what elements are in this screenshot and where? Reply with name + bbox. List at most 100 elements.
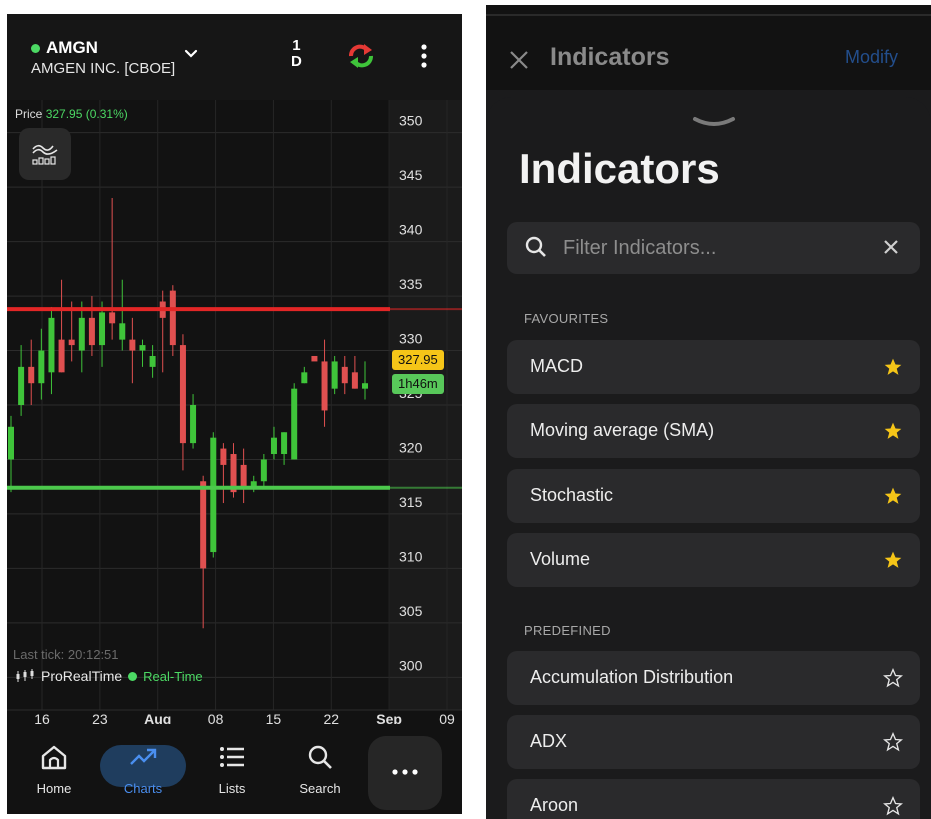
more-dots-icon xyxy=(392,769,418,775)
indicator-name: MACD xyxy=(530,356,583,376)
overflow-menu-icon[interactable] xyxy=(420,44,428,68)
candle-body xyxy=(109,312,116,324)
star-outline-icon[interactable] xyxy=(883,668,903,688)
candle-body xyxy=(351,372,358,389)
candle-body xyxy=(18,366,25,405)
candle-body xyxy=(331,361,338,389)
indicator-item-volume[interactable]: Volume xyxy=(507,533,920,587)
indicators-header: Indicators Modify xyxy=(486,5,931,90)
star-filled-icon[interactable] xyxy=(883,486,903,506)
candle-body xyxy=(8,426,14,460)
price-value: 327.95 (0.31%) xyxy=(45,107,128,121)
indicator-item-adx[interactable]: ADX xyxy=(507,715,920,769)
star-outline-icon[interactable] xyxy=(883,732,903,752)
candle-body xyxy=(28,366,35,384)
y-tick-label: 350 xyxy=(399,113,423,129)
timeframe-unit: D xyxy=(291,53,302,70)
x-tick-label: Sep xyxy=(376,711,402,724)
candle-body xyxy=(58,339,65,373)
chart-screen: AMGN AMGEN INC. [CBOE] 1 D 350 345 340 335 3… xyxy=(7,14,462,814)
nav-search[interactable]: Search xyxy=(280,744,360,796)
x-tick-label: 22 xyxy=(323,711,339,724)
current-price-tag: 327.95 xyxy=(392,350,444,370)
timeframe-button[interactable]: 1 D xyxy=(291,38,302,70)
indicators-sheet: Indicators FAVOURITES MACD Moving averag… xyxy=(486,97,931,819)
y-tick-label: 320 xyxy=(399,439,423,455)
more-button[interactable] xyxy=(368,736,442,810)
filter-indicators-input[interactable] xyxy=(561,234,865,262)
y-tick-label: 335 xyxy=(399,276,423,292)
list-icon xyxy=(220,747,244,767)
indicator-item-sma[interactable]: Moving average (SMA) xyxy=(507,404,920,458)
close-icon[interactable] xyxy=(508,49,530,71)
provider-row: ProRealTime Real-Time xyxy=(15,668,203,684)
last-tick-time: Last tick: 20:12:51 xyxy=(13,647,119,662)
x-tick-label: 15 xyxy=(266,711,282,724)
candle-body xyxy=(301,372,308,384)
indicator-name: Volume xyxy=(530,549,591,569)
x-tick-label: 09 xyxy=(439,711,455,724)
y-tick-label: 305 xyxy=(399,603,423,619)
indicator-item-aroon[interactable]: Aroon xyxy=(507,779,920,819)
symbol-full-name[interactable]: AMGEN INC. [CBOE] xyxy=(31,60,175,77)
candle-body xyxy=(240,464,247,487)
home-icon xyxy=(41,745,67,770)
nav-lists[interactable]: Lists xyxy=(192,744,272,796)
candle-body xyxy=(190,405,197,444)
chart-header: AMGN AMGEN INC. [CBOE] 1 D xyxy=(7,14,462,100)
candle-body xyxy=(362,383,368,389)
timeframe-number: 1 xyxy=(292,37,301,54)
chevron-down-icon[interactable] xyxy=(184,47,198,61)
candle-body xyxy=(281,432,288,455)
x-tick-label: 08 xyxy=(208,711,224,724)
candle-body xyxy=(149,355,156,367)
candle-body xyxy=(139,345,146,351)
candle-body xyxy=(88,317,95,346)
candle-body xyxy=(179,345,186,444)
y-tick-label: 315 xyxy=(399,494,423,510)
candle-body xyxy=(270,437,277,455)
sheet-handle-chevron-icon[interactable] xyxy=(692,115,736,131)
provider-name: ProRealTime xyxy=(41,668,123,684)
indicators-screen: Indicators Modify Indicators FAVOURITES … xyxy=(486,5,931,819)
price-chart[interactable]: 3503453403353303253203153103053001623Aug… xyxy=(7,100,462,724)
indicator-item-stochastic[interactable]: Stochastic xyxy=(507,469,920,523)
nav-home[interactable]: Home xyxy=(14,744,94,796)
candle-body xyxy=(321,361,328,411)
star-filled-icon[interactable] xyxy=(883,421,903,441)
search-icon xyxy=(308,745,332,769)
nav-lists-label: Lists xyxy=(218,781,246,796)
x-tick-label: 23 xyxy=(92,711,108,724)
y-tick-label: 310 xyxy=(399,548,423,564)
y-tick-label: 340 xyxy=(399,222,423,238)
header-title: Indicators xyxy=(550,43,670,71)
nav-charts[interactable]: Charts xyxy=(103,744,183,796)
symbol-row[interactable]: AMGN xyxy=(31,38,98,58)
candle-body xyxy=(260,459,267,482)
candle-body xyxy=(220,448,227,465)
modify-button[interactable]: Modify xyxy=(845,47,898,68)
star-filled-icon[interactable] xyxy=(883,550,903,570)
y-tick-label: 300 xyxy=(399,657,423,673)
star-outline-icon[interactable] xyxy=(883,796,903,816)
refresh-icon[interactable] xyxy=(345,42,377,70)
candle-body xyxy=(68,339,75,346)
indicators-icon xyxy=(32,144,58,165)
market-open-dot-icon xyxy=(31,43,40,53)
indicator-item-macd[interactable]: MACD xyxy=(507,340,920,394)
filter-search-box[interactable] xyxy=(507,222,920,274)
candle-body xyxy=(119,323,126,340)
nav-home-label: Home xyxy=(36,781,72,796)
indicators-button[interactable] xyxy=(19,128,71,180)
candle-body xyxy=(38,350,45,384)
clear-icon[interactable] xyxy=(883,239,899,255)
trend-icon xyxy=(130,748,157,765)
candle-body xyxy=(99,312,106,346)
search-icon xyxy=(525,236,546,257)
status-divider xyxy=(486,14,931,16)
nav-charts-label: Charts xyxy=(123,781,163,796)
star-filled-icon[interactable] xyxy=(883,357,903,377)
indicator-item-accumulation-distribution[interactable]: Accumulation Distribution xyxy=(507,651,920,705)
favourites-section-label: FAVOURITES xyxy=(524,311,609,326)
indicator-name: ADX xyxy=(530,731,568,751)
